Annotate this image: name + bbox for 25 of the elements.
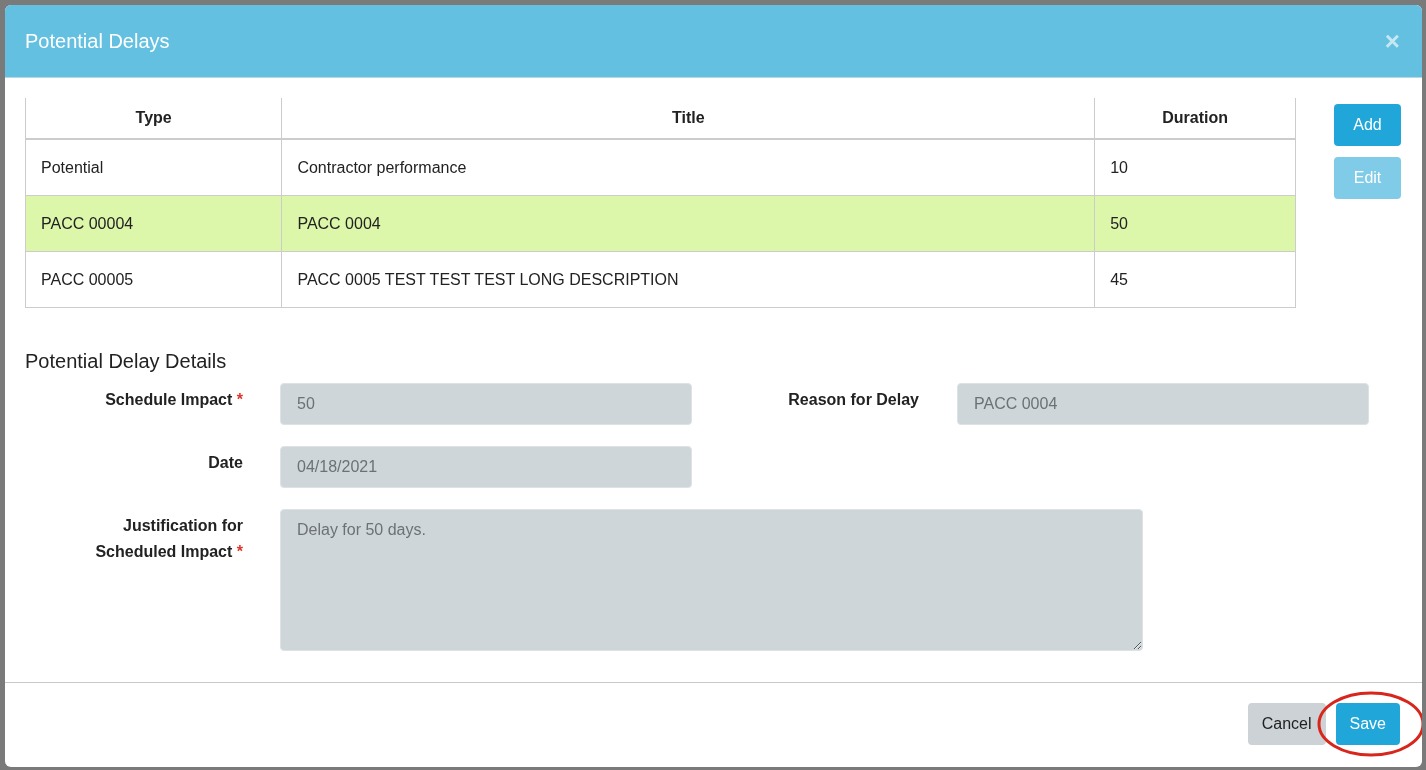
column-header: Type xyxy=(25,98,282,139)
column-header: Duration xyxy=(1094,98,1296,139)
field-label: Reason for Delay xyxy=(787,390,920,410)
field-label: Schedule Impact * xyxy=(104,390,244,410)
table-cell: 45 xyxy=(1094,251,1296,308)
text-field[interactable]: 50 xyxy=(280,383,692,425)
table-cell: Contractor performance xyxy=(281,139,1095,196)
column-header: Title xyxy=(281,98,1095,139)
table-cell: PACC 00005 xyxy=(25,251,282,308)
table-cell: PACC 0005 TEST TEST TEST LONG DESCRIPTION xyxy=(281,251,1095,308)
add-button[interactable]: Add xyxy=(1334,104,1401,146)
cancel-button[interactable]: Cancel xyxy=(1247,703,1326,745)
text-field[interactable]: PACC 0004 xyxy=(957,383,1369,425)
dialog-title: Potential Delays xyxy=(25,29,170,53)
field-label: Justification for Scheduled Impact * xyxy=(94,516,244,562)
table-cell: PACC 00004 xyxy=(25,195,282,252)
justification-textarea[interactable]: Delay for 50 days. xyxy=(280,509,1143,651)
save-button[interactable]: Save xyxy=(1335,703,1400,745)
table-cell: 50 xyxy=(1094,195,1296,252)
table-cell: Potential xyxy=(25,139,282,196)
text-field[interactable]: 04/18/2021 xyxy=(280,446,692,488)
table-cell: 10 xyxy=(1094,139,1296,196)
section-heading: Potential Delay Details xyxy=(25,350,228,373)
table-cell: PACC 0004 xyxy=(281,195,1095,252)
field-label: Date xyxy=(207,453,244,473)
